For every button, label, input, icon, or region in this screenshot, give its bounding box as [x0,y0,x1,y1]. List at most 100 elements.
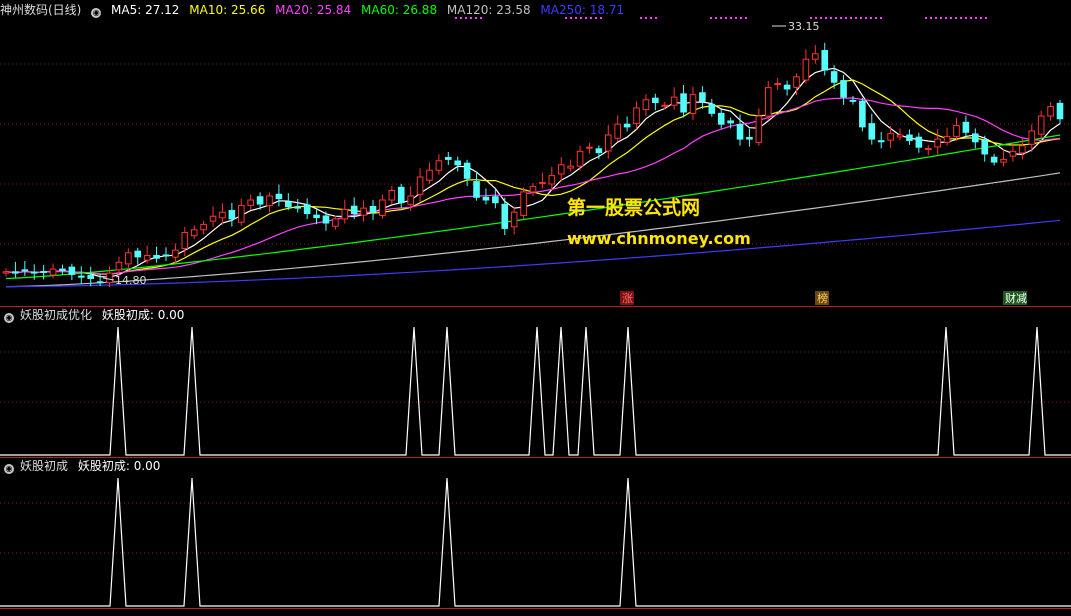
candle-body [40,270,47,273]
candle-body [322,215,330,224]
candle-body [96,281,104,284]
signal-dot [925,17,927,19]
ma60-line [5,134,1061,280]
signal-dot [730,17,732,19]
date-axis [0,609,1071,616]
signal-dot [580,17,582,19]
candle-body [256,196,264,205]
signal-dot [875,17,877,19]
candle-body [181,231,189,249]
candle-body [539,181,546,184]
candle-body [416,176,424,195]
candle-body [313,214,320,219]
candle-body [21,269,29,272]
high-price-label: 33.15 [788,20,820,33]
candle-body [388,190,396,201]
candle-body [708,103,716,114]
candle-body [106,272,113,284]
candle-body [953,125,960,137]
candle-body [369,205,377,213]
ma5-line [5,67,1061,278]
candle-body [576,150,584,167]
signal-dot [935,17,937,19]
price-chart[interactable]: 33.15 14.80 涨 榜 财减 [0,0,1071,306]
candle-body [586,146,593,149]
signal-dot [815,17,817,19]
candle-body [435,160,443,171]
signal-dot [740,17,742,19]
candle-body [482,196,490,201]
candle-body [802,58,810,81]
candle-body [49,268,57,276]
signal-dot [880,17,882,19]
signal-dot [590,17,592,19]
signal-dot [575,17,577,19]
candle-body [473,181,480,198]
candle-body [397,186,405,204]
signal-dot [720,17,722,19]
candle-body [962,121,970,133]
candle-body [510,211,518,228]
indicator2-signal-line [0,477,1071,607]
candle-body [492,196,499,204]
signal-dot [645,17,647,19]
candle-body [896,134,904,138]
candle-body [237,204,245,223]
signal-dot [480,17,482,19]
signal-dot [865,17,867,19]
candle-body [59,268,66,271]
candle-body [463,162,471,179]
candle-body [567,165,574,169]
signal-dot [715,17,717,19]
candle-body [652,97,659,104]
candle-body [445,156,452,160]
candle-body [604,134,612,152]
candle-body [981,139,989,155]
signal-dot [965,17,967,19]
candle-body [821,50,829,71]
candle-body [454,160,462,166]
candle-body [764,87,772,117]
signal-dot [600,17,602,19]
candle-body [689,93,697,115]
signal-dot [475,17,477,19]
signal-dot [455,17,457,19]
candle-body [717,112,725,125]
candle-body [87,275,94,280]
candle-body [680,93,687,113]
candle-body [143,255,151,261]
candle-body [426,169,433,181]
watermark-url: www.chnmoney.com [567,229,751,248]
event-marker-label: 涨 [622,292,633,305]
signal-dot [655,17,657,19]
candle-body [303,204,311,215]
signal-dot [585,17,587,19]
candle-body [915,136,923,148]
candle-body [529,185,537,193]
candle-body [520,191,527,216]
candle-body [1047,106,1054,117]
candle-body [557,164,565,175]
signal-dot [745,17,747,19]
signal-dot [850,17,852,19]
signal-dot [860,17,862,19]
candle-body [1000,158,1007,163]
signal-dot [820,17,822,19]
candle-body [275,193,283,200]
candle-body [924,148,932,151]
candle-body [2,271,10,274]
signal-dot [940,17,942,19]
signal-dot [980,17,982,19]
candle-body [736,123,744,140]
candle-body [548,175,556,185]
indicator2-chart[interactable] [0,458,1071,608]
candle-body [783,84,791,90]
candle-body [501,203,509,229]
candle-body [1019,145,1026,154]
ma10-line [5,79,1061,275]
indicator1-chart[interactable] [0,307,1071,457]
candle-body [125,252,132,265]
signal-dot [650,17,652,19]
candle-body [699,92,706,102]
candle-body [153,255,160,259]
